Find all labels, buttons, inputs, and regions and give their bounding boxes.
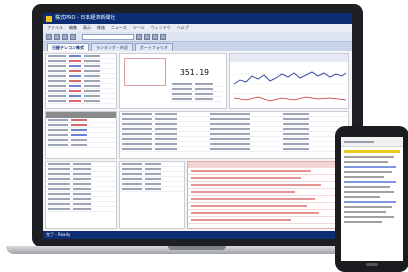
code-input[interactable] — [82, 33, 134, 40]
tab-stock[interactable]: 日経テレコン株式 — [47, 43, 89, 51]
settings-icon[interactable] — [160, 33, 166, 40]
menu-item-quote[interactable]: 株価 — [97, 24, 105, 32]
board-pane — [45, 111, 117, 159]
tab-portfolio[interactable]: ポートフォリオ — [134, 43, 173, 51]
quote-detail-row — [170, 97, 222, 102]
news-item[interactable] — [188, 168, 348, 175]
menu-item-window[interactable]: ウィンドウ — [151, 24, 171, 32]
phone-text-line — [344, 196, 380, 198]
phone-text-line — [344, 176, 384, 178]
indicator-row — [120, 147, 348, 152]
quote-summary-box — [124, 58, 166, 86]
phone-header — [341, 137, 403, 147]
phone-link-line[interactable] — [344, 166, 396, 168]
menu-item-help[interactable]: ヘルプ — [177, 24, 189, 32]
board-row — [46, 143, 116, 148]
tab-market[interactable]: ランキング・市況 — [91, 43, 133, 51]
news-item[interactable] — [188, 182, 348, 189]
ratio-row — [120, 187, 184, 192]
phone-text-line — [344, 211, 386, 213]
stock-price: 351.19 — [180, 68, 209, 77]
laptop-notch — [168, 246, 226, 250]
toolbar — [43, 32, 352, 42]
chart-header — [230, 54, 348, 62]
financial-row — [46, 207, 116, 212]
phone-headline — [344, 150, 400, 153]
window-titlebar: 株式PRO - 日本経済新聞社 — [43, 13, 352, 24]
phone-text-line — [344, 221, 382, 223]
news-icon[interactable] — [152, 33, 158, 40]
phone-text-line — [344, 191, 394, 193]
refresh-icon[interactable] — [62, 33, 68, 40]
menu-item-tools[interactable]: ツール — [133, 24, 145, 32]
indicators-pane — [119, 111, 349, 159]
phone-screen — [341, 137, 403, 261]
back-icon[interactable] — [46, 33, 52, 40]
menu-item-file[interactable]: ファイル — [47, 24, 63, 32]
status-text: 完了 - Ready — [46, 232, 71, 237]
phone-text-line — [344, 216, 394, 218]
financials-pane — [45, 161, 117, 229]
menu-item-view[interactable]: 表示 — [83, 24, 91, 32]
phone-text-line — [344, 156, 394, 158]
search-icon[interactable] — [136, 33, 142, 40]
status-bar: 完了 - Ready — [43, 231, 352, 239]
ratio-pane — [119, 161, 185, 229]
laptop-screen: 株式PRO - 日本経済新聞社 ファイル 編集 表示 株価 ニュース ツール ウ… — [43, 13, 352, 239]
app-icon — [46, 15, 52, 22]
window-title: 株式PRO - 日本経済新聞社 — [55, 15, 116, 21]
news-item[interactable] — [188, 203, 348, 210]
price-chart — [230, 54, 348, 102]
print-icon[interactable] — [70, 33, 76, 40]
news-item[interactable] — [188, 210, 348, 217]
chart-icon[interactable] — [144, 33, 150, 40]
quote-pane: 351.19 — [119, 53, 227, 109]
volume-line — [233, 96, 347, 102]
phone-text-line — [344, 161, 388, 163]
list-item[interactable] — [46, 99, 116, 104]
phone-link-line[interactable] — [344, 181, 396, 183]
menu-item-edit[interactable]: 編集 — [69, 24, 77, 32]
news-item[interactable] — [188, 189, 348, 196]
menu-item-news[interactable]: ニュース — [111, 24, 127, 32]
watchlist-pane — [45, 53, 117, 109]
forward-icon[interactable] — [54, 33, 60, 40]
phone-text-line — [344, 186, 390, 188]
phone-link-line[interactable] — [344, 201, 396, 203]
news-item[interactable] — [188, 175, 348, 182]
product-mockup: 株式PRO - 日本経済新聞社 ファイル 編集 表示 株価 ニュース ツール ウ… — [0, 0, 408, 272]
news-item[interactable] — [188, 217, 348, 224]
news-item[interactable] — [188, 196, 348, 203]
phone-home-indicator — [366, 263, 378, 266]
tab-bar: 日経テレコン株式 ランキング・市況 ポートフォリオ — [43, 42, 352, 51]
price-chart-pane — [229, 53, 349, 109]
phone-text-line — [344, 206, 392, 208]
news-pane — [187, 161, 349, 229]
phone-text-line — [344, 171, 392, 173]
menubar: ファイル 編集 表示 株価 ニュース ツール ウィンドウ ヘルプ — [43, 24, 352, 32]
